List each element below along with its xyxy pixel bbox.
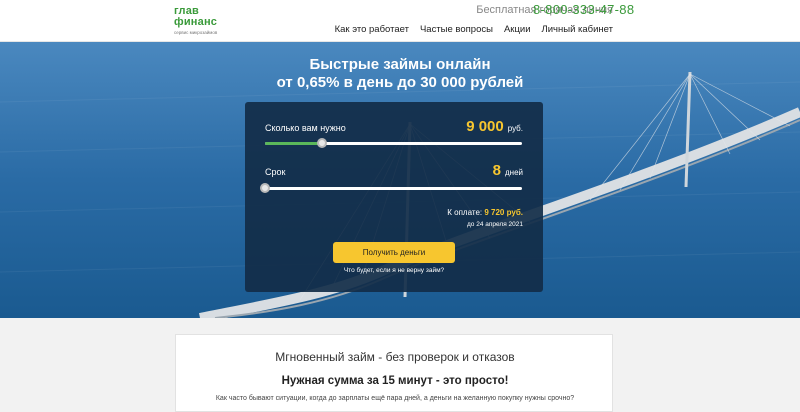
payment-amount: 9 720 руб. [484,208,523,217]
amount-label: Сколько вам нужно [265,123,346,133]
main-nav: Как это работает Частые вопросы Акции Ли… [335,24,613,35]
logo-tagline: сервис микрозаймов [174,30,218,35]
nav-account[interactable]: Личный кабинет [542,24,613,35]
amount-unit: руб. [507,124,523,133]
amount-value: 9 000 руб. [466,118,523,135]
term-unit: дней [504,168,523,177]
logo[interactable]: глав финанс сервис микрозаймов [174,6,217,36]
content-subtitle: Нужная сумма за 15 минут - это просто! [281,375,509,387]
content-text: Как часто бывают ситуации, когда до зарп… [215,395,575,402]
hero-title-line-1: Быстрые займы онлайн [309,56,491,73]
get-money-button[interactable]: Получить деньги [333,242,455,263]
term-label: Срок [265,167,286,177]
amount-number: 9 000 [466,118,504,135]
nav-how-it-works[interactable]: Как это работает [335,24,409,35]
loan-calculator: Сколько вам нужно 9 000 руб. Срок 8 дней К… [245,102,543,292]
content-card: Мгновенный займ - без проверок и отказов… [175,334,613,412]
hero-title-line-2: от 0,65% в день до 30 000 рублей [276,74,524,91]
term-value: 8 дней [493,162,523,179]
payment-summary: К оплате: 9 720 руб. [447,208,523,217]
hero-section: Быстрые займы онлайн от 0,65% в день до … [0,42,800,318]
hero-title: Быстрые займы онлайн от 0,65% в день до … [0,56,800,92]
nav-promotions[interactable]: Акции [504,24,531,35]
amount-slider[interactable] [265,138,522,148]
due-date: до 24 апреля 2021 [467,221,523,228]
logo-line-2: финанс [174,16,218,28]
amount-slider-handle[interactable] [317,138,327,148]
amount-slider-fill [265,142,322,145]
phone-link[interactable]: 8-800-333-47-88 [533,2,634,17]
site-header: глав финанс сервис микрозаймов Бесплатна… [0,0,800,42]
content-title: Мгновенный займ - без проверок и отказов [275,350,515,364]
nav-faq[interactable]: Частые вопросы [420,24,493,35]
term-number: 8 [492,162,501,179]
nonpayment-faq-link[interactable]: Что будет, если я не верну займ? [245,267,543,274]
term-slider-handle[interactable] [260,183,270,193]
payment-label: К оплате: [447,208,483,217]
term-slider[interactable] [260,183,522,193]
